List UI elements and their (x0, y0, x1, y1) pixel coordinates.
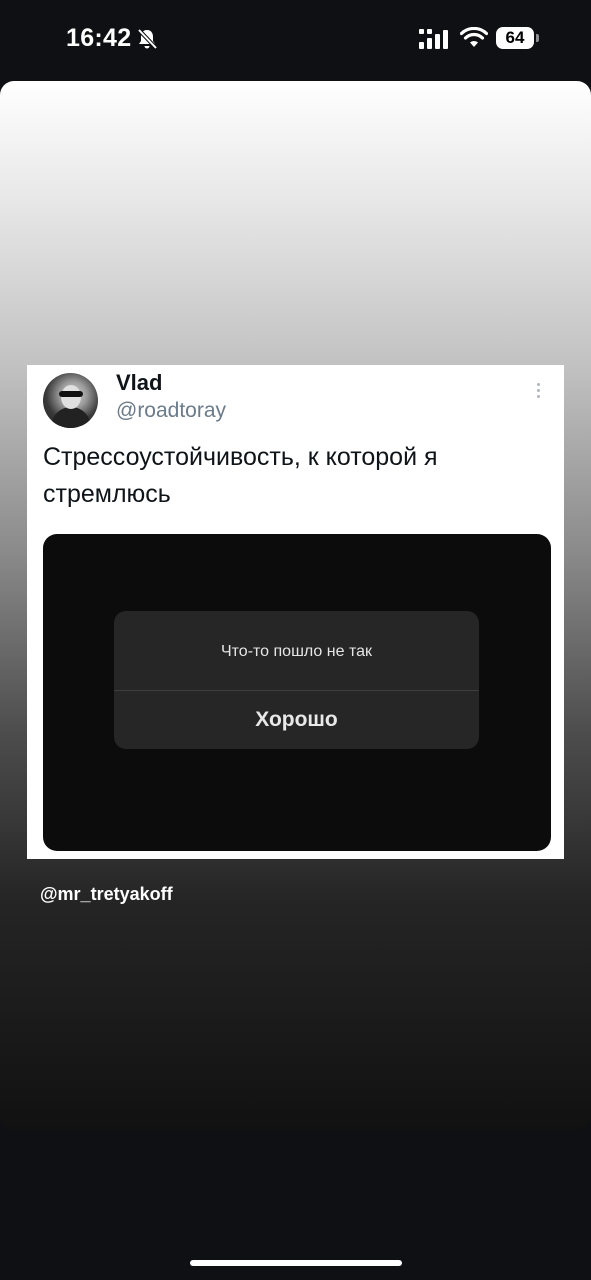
avatar-face (61, 385, 81, 409)
story-card[interactable]: Vlad @roadtoray Стрессоустойчивость, к к… (0, 81, 591, 1130)
avatar-body (51, 407, 91, 428)
battery-cap (536, 34, 539, 42)
alert-dialog: Что-то пошло не так Хорошо (114, 611, 479, 749)
more-vertical-icon (532, 383, 544, 405)
screen: 16:42 64 Vlad @roadtoray Стрессоустойчив… (0, 0, 591, 1280)
battery-level: 64 (496, 27, 534, 49)
alert-title: Что-то пошло не так (220, 643, 372, 660)
avatar (43, 373, 98, 428)
wifi-icon (460, 27, 488, 47)
story-caption: @mr_tretyakoff (40, 884, 173, 904)
tweet-display-name: Vlad (116, 370, 163, 395)
status-time: 16:42 (66, 24, 132, 52)
avatar-glasses (59, 391, 83, 397)
signal-icon (419, 29, 448, 49)
tweet-handle: @roadtoray (116, 399, 227, 422)
tweet-screenshot: Vlad @roadtoray Стрессоустойчивость, к к… (27, 365, 564, 859)
tweet-media: Что-то пошло не так Хорошо (43, 534, 551, 851)
status-bar: 16:42 64 (0, 0, 591, 80)
alert-ok-button: Хорошо (255, 708, 338, 731)
battery-icon: 64 (496, 27, 540, 51)
bell-off-icon (137, 28, 158, 50)
tweet-text: Стрессоустойчивость, к которой я стремлю… (43, 443, 438, 508)
home-indicator[interactable] (190, 1260, 402, 1266)
